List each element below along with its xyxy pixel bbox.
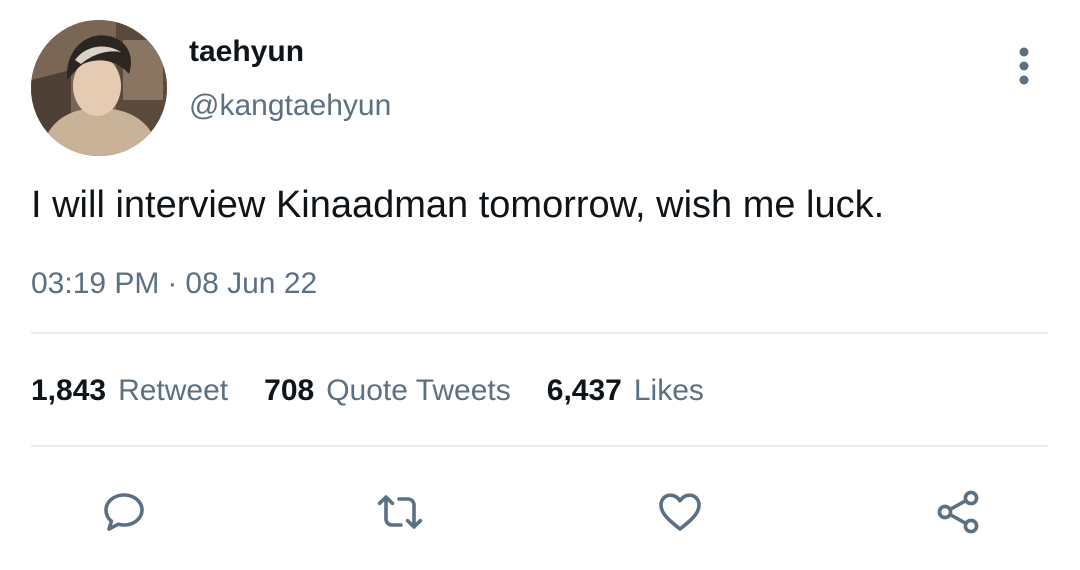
tweet-timestamp[interactable]: 03:19 PM · 08 Jun 22 [31,266,317,302]
divider [31,332,1048,334]
quote-tweets-link[interactable]: 708 Quote Tweets [264,372,511,410]
avatar[interactable] [31,20,167,156]
retweet-button[interactable] [372,484,428,540]
quote-tweets-label: Quote Tweets [326,374,511,407]
tweet-stats: 1,843 Retweet 708 Quote Tweets 6,437 Lik… [31,372,740,410]
reply-icon [104,493,144,531]
retweet-count-link[interactable]: 1,843 Retweet [31,372,228,410]
likes-count: 6,437 [546,374,622,407]
heart-icon [659,493,701,531]
divider [31,445,1048,447]
tweet-actions [0,484,1080,540]
tweet-text: I will interview Kinaadman tomorrow, wis… [31,184,885,226]
display-name[interactable]: taehyun [189,34,304,70]
tweet-time: 03:19 PM [31,267,160,300]
likes-link[interactable]: 6,437 Likes [547,372,704,410]
share-button[interactable] [930,484,986,540]
likes-label: Likes [633,374,704,407]
more-vertical-icon [1019,47,1029,85]
like-button[interactable] [652,484,708,540]
tweet-date: 08 Jun 22 [185,267,318,300]
retweet-icon [377,495,423,529]
retweet-label: Retweet [118,374,229,407]
avatar-image [31,20,167,156]
reply-button[interactable] [96,484,152,540]
share-icon [937,490,979,534]
meta-separator: · [167,267,178,300]
user-handle[interactable]: @kangtaehyun [189,88,391,124]
more-options-button[interactable] [1004,44,1044,88]
retweet-count: 1,843 [31,374,107,407]
quote-tweets-count: 708 [264,374,315,407]
